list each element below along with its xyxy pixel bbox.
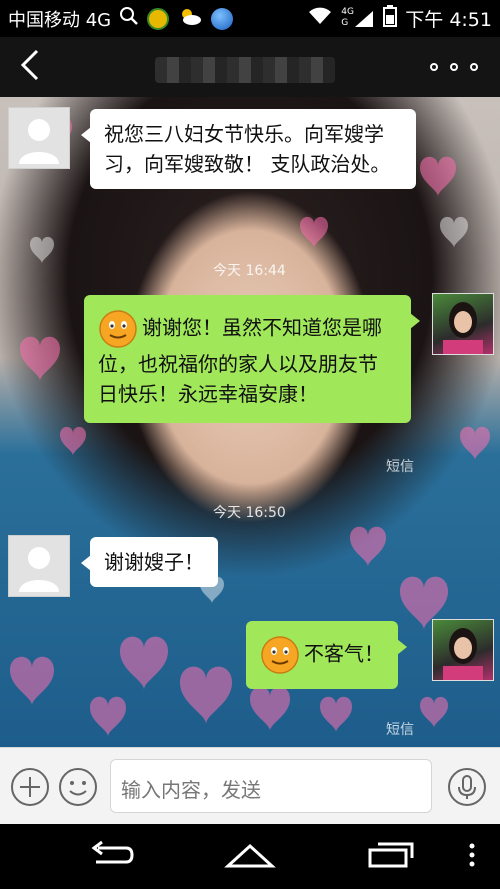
smiley-emoji-icon [260,635,300,675]
title-bar [0,37,500,97]
globe-icon [211,7,234,30]
plus-icon [11,768,49,806]
default-avatar-icon [19,547,59,592]
contact-avatar[interactable] [8,107,70,169]
message-bubble-sent[interactable]: 不客气！ [246,621,407,689]
back-button[interactable] [0,37,60,97]
more-dot-icon [470,63,478,71]
default-avatar-icon [19,119,59,164]
more-dot-icon [430,63,438,71]
timestamp: 今天 16:44 [213,263,286,279]
back-icon [91,840,134,864]
message-text: 谢谢嫂子！ [104,550,204,574]
weather-icon [177,5,203,32]
add-button[interactable] [10,767,50,807]
sms-tag: 短信 [386,722,414,738]
message-text: 谢谢您！虽然不知道您是哪位，也祝福你的家人以及朋友节日快乐！永远幸福安康！ [98,315,382,407]
smiley-emoji-icon [98,309,138,349]
contact-name-redacted [155,57,335,83]
back-arrow-icon [19,49,41,85]
home-icon [224,843,276,868]
message-text: 不客气！ [304,641,384,666]
app-notification-icon [147,7,170,30]
nav-home-button[interactable] [224,840,276,874]
my-avatar[interactable] [432,293,494,355]
my-avatar[interactable] [432,619,494,681]
overflow-menu-icon [469,843,475,867]
nav-recents-button[interactable] [366,840,414,874]
message-text: 祝您三八妇女节快乐。向军嫂学习，向军嫂致敬！ 支队政治处。 [104,122,391,176]
search-icon [119,6,139,31]
microphone-icon [448,768,486,806]
contact-avatar[interactable] [8,535,70,597]
message-bubble-received[interactable]: 祝您三八妇女节快乐。向军嫂学习，向军嫂致敬！ 支队政治处。 [81,109,416,189]
message-input[interactable]: 输入内容，发送 [110,759,432,813]
signal-icon: 4G G [341,7,375,29]
nav-back-button[interactable] [88,840,134,874]
battery-icon [383,5,398,32]
wifi-icon [307,6,333,31]
voice-button[interactable] [447,767,487,807]
nav-menu-button[interactable] [468,840,476,874]
system-nav-bar [0,824,500,889]
status-bar: 中国移动 4G 4G G 下午 4:51 [0,0,500,37]
clock: 下午 4:51 [405,9,492,31]
sms-tag: 短信 [386,459,414,475]
more-dot-icon [450,63,458,71]
profile-photo-icon [443,628,483,680]
message-bubble-sent[interactable]: 谢谢您！虽然不知道您是哪位，也祝福你的家人以及朋友节日快乐！永远幸福安康！ [84,295,420,423]
chat-area[interactable]: 祝您三八妇女节快乐。向军嫂学习，向军嫂致敬！ 支队政治处。 今天 16:44 谢… [0,97,500,747]
emoji-button[interactable] [58,767,98,807]
carrier-label: 中国移动 4G [8,9,112,31]
profile-photo-icon [443,302,483,354]
recents-icon [368,842,414,868]
input-bar: 输入内容，发送 [0,747,500,824]
more-button[interactable] [424,55,484,79]
message-bubble-received[interactable]: 谢谢嫂子！ [81,537,218,587]
timestamp: 今天 16:50 [213,505,286,521]
smiley-icon [59,768,97,806]
